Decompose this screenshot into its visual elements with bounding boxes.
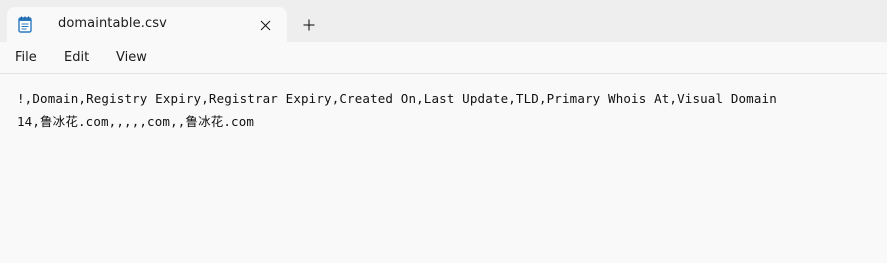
text-editor[interactable]: !,Domain,Registry Expiry,Registrar Expir… (0, 74, 887, 263)
tab-title: domaintable.csv (58, 16, 167, 31)
notepad-window: domaintable.csv File Edit View !,Domain,… (0, 0, 887, 263)
editor-line: 14,鲁冰花.com,,,,,com,,鲁冰花.com (17, 114, 255, 129)
menu-edit[interactable]: Edit (64, 50, 89, 65)
menu-bar: File Edit View (0, 42, 887, 74)
tab-domaintable[interactable]: domaintable.csv (7, 7, 287, 42)
notepad-icon (18, 16, 32, 33)
menu-view[interactable]: View (116, 50, 147, 65)
tab-strip: domaintable.csv (0, 0, 887, 42)
plus-icon[interactable] (297, 13, 321, 37)
close-icon[interactable] (255, 15, 275, 35)
editor-line: !,Domain,Registry Expiry,Registrar Expir… (17, 91, 777, 106)
menu-file[interactable]: File (15, 50, 37, 65)
